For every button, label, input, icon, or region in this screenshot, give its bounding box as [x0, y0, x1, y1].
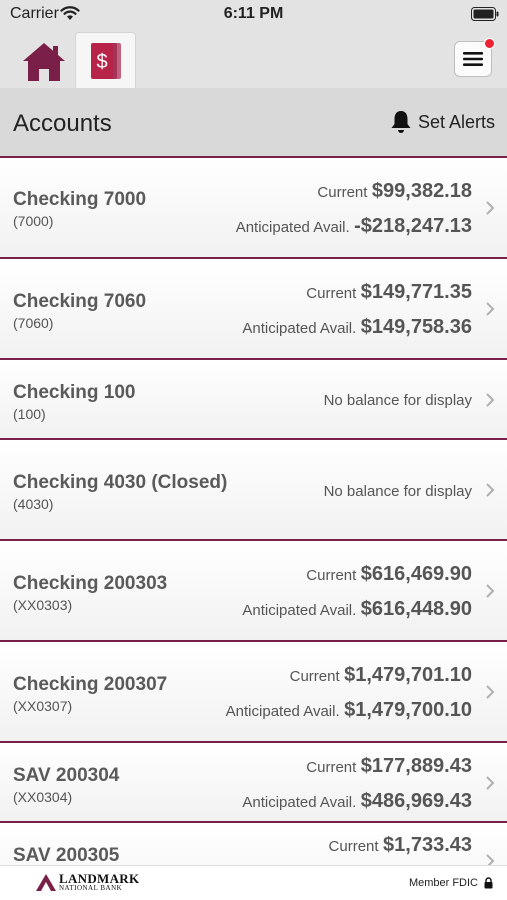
footer: LANDMARK NATIONAL BANK Member FDIC [0, 865, 507, 900]
current-balance: Current $1,733.43 [329, 834, 472, 857]
lock-icon [484, 877, 493, 889]
account-row[interactable]: SAV 200305 Current $1,733.43 [0, 823, 507, 865]
current-balance: Current $149,771.35 [306, 281, 472, 304]
anticipated-balance: Anticipated Avail. -$218,247.13 [236, 215, 472, 238]
tab-accounts[interactable]: $ [75, 32, 136, 88]
account-row[interactable]: Checking 4030 (Closed) (4030) No balance… [0, 440, 507, 541]
anticipated-value: $1,479,700.10 [344, 699, 472, 721]
anticipated-label: Anticipated Avail. [235, 219, 350, 236]
account-name: Checking 100 [13, 382, 136, 403]
tab-home[interactable] [14, 36, 74, 88]
no-balance-text: No balance for display [323, 483, 472, 500]
current-balance: Current $99,382.18 [317, 180, 472, 203]
clock-time: 6:11 PM [223, 5, 284, 22]
current-balance: Current $1,479,701.10 [290, 664, 472, 687]
account-name: Checking 4030 (Closed) [13, 472, 228, 493]
current-value: $1,479,701.10 [344, 664, 472, 686]
account-row[interactable]: Checking 100 (100) No balance for displa… [0, 360, 507, 440]
set-alerts-label: Set Alerts [417, 111, 495, 132]
accounts-list: Checking 7000 (7000) Current $99,382.18 … [0, 158, 507, 865]
set-alerts-button[interactable]: Set Alerts [390, 110, 495, 134]
anticipated-balance: Anticipated Avail. $1,479,700.10 [226, 699, 472, 722]
chevron-right-icon [486, 483, 495, 497]
chevron-right-icon [486, 302, 495, 316]
current-label: Current [306, 759, 357, 776]
member-fdic: Member FDIC [409, 877, 493, 889]
account-name: SAV 200305 [13, 845, 120, 865]
chevron-right-icon [486, 685, 495, 699]
member-fdic-label: Member FDIC [408, 877, 478, 889]
anticipated-label: Anticipated Avail. [242, 320, 357, 337]
current-value: $99,382.18 [371, 180, 472, 202]
anticipated-balance: Anticipated Avail. $149,758.36 [242, 316, 472, 339]
anticipated-value: $149,758.36 [360, 316, 472, 338]
account-number: (7060) [13, 315, 54, 331]
account-name: SAV 200304 [13, 765, 120, 786]
page-title: Accounts [13, 110, 112, 137]
account-number: (XX0303) [13, 597, 73, 613]
current-balance: Current $177,889.43 [306, 755, 472, 778]
account-name: Checking 200307 [13, 674, 168, 695]
bell-icon [391, 111, 411, 133]
account-number: (XX0304) [13, 789, 73, 805]
landmark-logo: LANDMARK NATIONAL BANK [35, 872, 139, 892]
chevron-right-icon [486, 201, 495, 215]
current-value: $1,733.43 [383, 834, 472, 856]
account-name: Checking 7060 [13, 291, 147, 312]
chevron-right-icon [486, 854, 495, 865]
current-label: Current [306, 285, 357, 302]
top-nav-bar: $ [0, 30, 507, 88]
anticipated-label: Anticipated Avail. [242, 794, 357, 811]
anticipated-value: $616,448.90 [360, 598, 472, 620]
anticipated-value: $486,969.43 [360, 790, 472, 812]
anticipated-label: Anticipated Avail. [225, 703, 340, 720]
current-label: Current [328, 838, 379, 855]
account-name: Checking 7000 [13, 189, 147, 210]
anticipated-balance: Anticipated Avail. $486,969.43 [242, 790, 472, 813]
account-number: (XX0307) [13, 698, 73, 714]
account-row[interactable]: Checking 7000 (7000) Current $99,382.18 … [0, 158, 507, 259]
landmark-mountain-icon [36, 874, 56, 891]
account-number: (4030) [13, 496, 54, 512]
account-number: (100) [13, 406, 46, 422]
status-bar: Carrier 6:11 PM [0, 0, 507, 30]
house-icon [23, 43, 65, 81]
anticipated-label: Anticipated Avail. [242, 602, 357, 619]
dollar-cards-icon: $ [90, 42, 121, 79]
no-balance-text: No balance for display [323, 392, 472, 409]
account-row[interactable]: Checking 200303 (XX0303) Current $616,46… [0, 541, 507, 642]
page-header: Accounts Set Alerts [0, 88, 507, 158]
account-row[interactable]: Checking 7060 (7060) Current $149,771.35… [0, 259, 507, 360]
current-value: $177,889.43 [360, 755, 472, 777]
current-label: Current [289, 668, 340, 685]
hamburger-icon [463, 52, 483, 66]
current-label: Current [317, 184, 368, 201]
account-row[interactable]: Checking 200307 (XX0307) Current $1,479,… [0, 642, 507, 743]
brand-subtitle: NATIONAL BANK [59, 884, 123, 892]
current-value: $149,771.35 [360, 281, 472, 303]
chevron-right-icon [486, 776, 495, 790]
battery-icon [471, 7, 499, 21]
anticipated-balance: Anticipated Avail. $616,448.90 [242, 598, 472, 621]
chevron-right-icon [486, 584, 495, 598]
account-row[interactable]: SAV 200304 (XX0304) Current $177,889.43 … [0, 743, 507, 823]
chevron-right-icon [486, 393, 495, 407]
account-number: (7000) [13, 213, 54, 229]
current-label: Current [306, 567, 357, 584]
menu-button[interactable] [454, 38, 495, 77]
current-balance: Current $616,469.90 [306, 563, 472, 586]
anticipated-value: -$218,247.13 [354, 215, 472, 237]
svg-text:$: $ [96, 51, 107, 73]
current-value: $616,469.90 [360, 563, 472, 585]
account-name: Checking 200303 [13, 573, 168, 594]
notification-dot [484, 38, 495, 49]
